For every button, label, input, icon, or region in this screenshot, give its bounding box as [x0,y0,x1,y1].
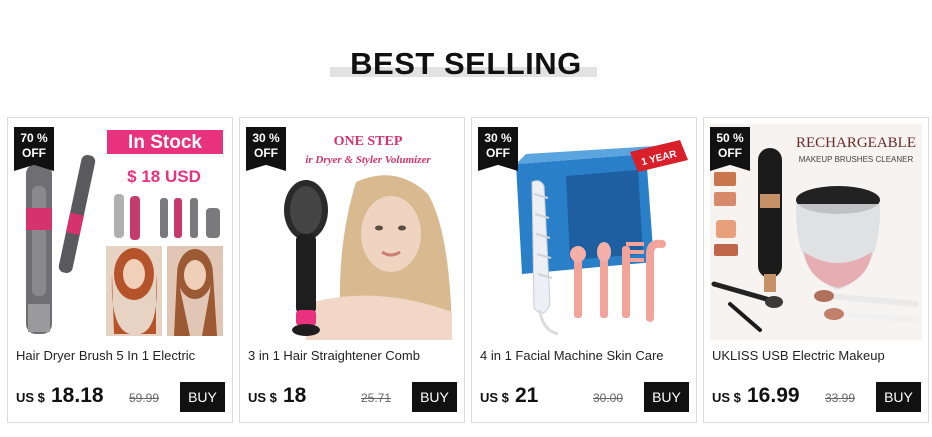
image-price-text: $ 18 USD [127,167,201,186]
discount-badge: 50 % OFF [710,127,750,171]
product-title[interactable]: 4 in 1 Facial Machine Skin Care [480,348,690,364]
price-row: US $ 21 30.00 BUY [478,381,690,413]
product-title[interactable]: UKLISS USB Electric Makeup [712,348,922,364]
discount-off-label: OFF [718,146,742,160]
sale-price: 18 [283,384,307,407]
original-price: 30.00 [593,391,624,405]
product-card[interactable]: 50 % OFF RECHARGEABLE MAKEUP BRUSHES CLE… [703,117,929,423]
image-subheadline: MAKEUP BRUSHES CLEANER [799,155,914,164]
buy-button[interactable]: BUY [644,382,689,412]
best-selling-page: BEST SELLING 70 % OFF In Stock $ 18 USD [0,0,932,437]
image-headline: ONE STEP [334,134,403,149]
discount-percent: 70 % [20,131,48,145]
sale-price: 16.99 [747,384,800,407]
discount-badge: 70 % OFF [14,127,54,171]
price-row: US $ 18.18 59.99 BUY [14,381,226,413]
section-header: BEST SELLING [0,44,932,84]
buy-button[interactable]: BUY [876,382,921,412]
discount-percent: 30 % [252,131,280,145]
image-headline: RECHARGEABLE [796,135,916,151]
price-row: US $ 18 25.71 BUY [246,381,458,413]
discount-percent: 50 % [716,131,744,145]
image-subheadline: ir Dryer & Styler Volumizer [305,154,431,166]
discount-badge: 30 % OFF [478,127,518,171]
product-title[interactable]: 3 in 1 Hair Straightener Comb [248,348,458,364]
product-title[interactable]: Hair Dryer Brush 5 In 1 Electric [16,348,226,364]
currency-label: US $ [248,390,277,405]
original-price: 59.99 [129,391,160,405]
discount-off-label: OFF [22,146,46,160]
price-row: US $ 16.99 33.99 BUY [710,381,922,413]
sale-price: 21 [515,384,539,407]
in-stock-text: In Stock [128,132,202,153]
product-card[interactable]: 30 % OFF 1 YEAR 4 in 1 Facial Machine Sk… [471,117,697,423]
buy-button[interactable]: BUY [412,382,457,412]
currency-label: US $ [480,390,509,405]
original-price: 25.71 [361,391,392,405]
buy-button[interactable]: BUY [180,382,225,412]
original-price: 33.99 [825,391,856,405]
currency-label: US $ [712,390,741,405]
sale-price: 18.18 [51,384,104,407]
product-grid: 70 % OFF In Stock $ 18 USD Hair Dryer Br… [7,117,929,427]
discount-off-label: OFF [486,146,510,160]
section-title: BEST SELLING [350,46,582,81]
currency-label: US $ [16,390,45,405]
discount-badge: 30 % OFF [246,127,286,171]
discount-percent: 30 % [484,131,512,145]
discount-off-label: OFF [254,146,278,160]
product-card[interactable]: 70 % OFF In Stock $ 18 USD Hair Dryer Br… [7,117,233,423]
product-card[interactable]: 30 % OFF ONE STEP ir Dryer & Styler Volu… [239,117,465,423]
